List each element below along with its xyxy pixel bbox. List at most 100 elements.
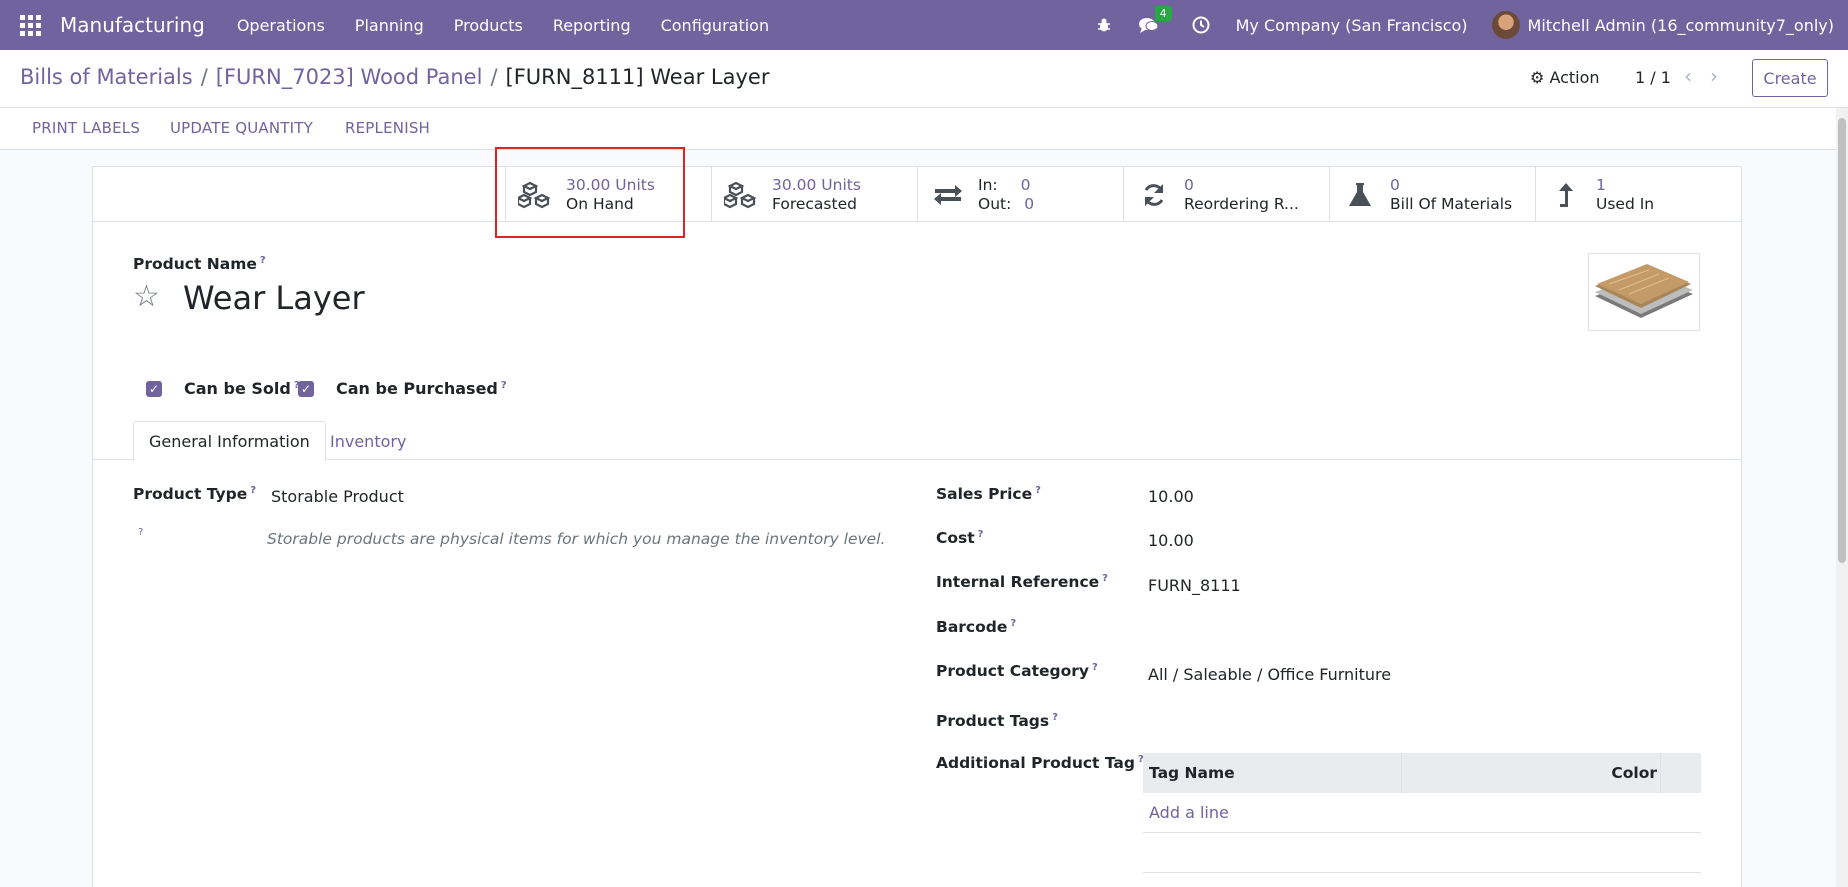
can-be-sold-label: Can be Sold? <box>184 379 300 398</box>
forecasted-value: 30.00 Units <box>772 175 861 194</box>
help-tooltip[interactable]: ? <box>1010 618 1016 629</box>
product-category-select[interactable]: All / Saleable / Office Furniture <box>1148 665 1391 684</box>
flask-icon <box>1330 182 1390 208</box>
user-menu[interactable]: Mitchell Admin (16_community7_only) <box>1528 16 1834 35</box>
pager-value[interactable]: 1 / 1 <box>1635 68 1671 87</box>
app-brand[interactable]: Manufacturing <box>60 13 205 37</box>
can-be-purchased-checkbox[interactable]: ✓ <box>298 381 314 397</box>
bom-label: Bill Of Materials <box>1390 194 1513 213</box>
breadcrumb-bom[interactable]: Bills of Materials <box>20 65 193 89</box>
scrollbar[interactable] <box>1836 108 1848 887</box>
out-label: Out: <box>978 194 1012 213</box>
action-button[interactable]: ⚙ Action <box>1530 68 1600 87</box>
menu-products[interactable]: Products <box>454 16 523 35</box>
breadcrumb-separator: / <box>200 65 208 89</box>
additional-product-tag-label: Additional Product Tag? <box>936 754 1144 773</box>
print-labels-button[interactable]: PRINT LABELS <box>32 119 140 137</box>
cost-label: Cost? <box>936 529 984 548</box>
barcode-label: Barcode? <box>936 618 1017 637</box>
activity-clock-icon[interactable] <box>1192 16 1210 34</box>
help-tooltip[interactable]: ? <box>501 380 507 391</box>
internal-reference-input[interactable]: FURN_8111 <box>1148 576 1241 595</box>
create-button[interactable]: Create <box>1752 59 1828 97</box>
menu-reporting[interactable]: Reporting <box>553 16 631 35</box>
used-in-label: Used In <box>1596 194 1655 213</box>
cost-input[interactable]: 10.00 <box>1148 531 1194 550</box>
add-a-line-link[interactable]: Add a line <box>1143 793 1701 833</box>
help-tooltip[interactable]: ? <box>1092 662 1098 673</box>
table-row <box>1143 833 1701 873</box>
debug-bug-icon[interactable] <box>1096 17 1112 33</box>
additional-tag-table: Tag Name Color Add a line <box>1143 753 1701 873</box>
replenish-button[interactable]: REPLENISH <box>345 119 430 137</box>
action-label: Action <box>1549 68 1600 87</box>
sales-price-input[interactable]: 10.00 <box>1148 487 1194 506</box>
form-header: PRINT LABELS UPDATE QUANTITY REPLENISH <box>0 108 1836 150</box>
product-image[interactable] <box>1588 253 1700 331</box>
favorite-star-icon[interactable]: ☆ <box>133 279 160 314</box>
pager-next-icon[interactable]: › <box>1710 64 1718 88</box>
control-panel: Bills of Materials / [FURN_7023] Wood Pane… <box>0 50 1848 108</box>
exchange-arrows-icon <box>918 184 978 206</box>
refresh-icon <box>1124 182 1184 208</box>
messages-badge: 4 <box>1154 6 1172 21</box>
menu-operations[interactable]: Operations <box>237 16 325 35</box>
scrollbar-thumb[interactable] <box>1838 118 1846 563</box>
can-be-sold-checkbox[interactable]: ✓ <box>146 381 162 397</box>
product-tags-input[interactable] <box>1148 710 1701 736</box>
help-tooltip[interactable]: ? <box>1035 485 1041 496</box>
bill-of-materials-button[interactable]: 0 Bill Of Materials <box>1329 167 1535 222</box>
internal-reference-label: Internal Reference? <box>936 573 1108 592</box>
cubes-icon <box>712 181 772 209</box>
form-tabs: General Information Inventory <box>93 421 1741 461</box>
help-tooltip[interactable]: ? <box>1052 712 1058 723</box>
reordering-value: 0 <box>1184 175 1194 194</box>
company-switcher[interactable]: My Company (San Francisco) <box>1236 16 1468 35</box>
user-avatar[interactable] <box>1491 11 1520 39</box>
update-quantity-button[interactable]: UPDATE QUANTITY <box>170 119 313 137</box>
help-tooltip[interactable]: ? <box>138 527 143 538</box>
help-tooltip[interactable]: ? <box>978 529 984 540</box>
in-label: In: <box>978 175 998 194</box>
product-tags-label: Product Tags? <box>936 712 1058 731</box>
form-sheet: 30.00 Units On Hand 30.00 Units Forecast… <box>92 166 1742 887</box>
menu-configuration[interactable]: Configuration <box>661 16 770 35</box>
used-in-value: 1 <box>1596 175 1606 194</box>
top-navbar: Manufacturing Operations Planning Produc… <box>0 0 1848 50</box>
highlight-box <box>495 147 685 238</box>
pager-previous-icon[interactable]: ‹ <box>1684 64 1692 88</box>
tab-inventory[interactable]: Inventory <box>315 421 421 461</box>
reordering-label: Reordering R... <box>1184 194 1299 213</box>
forecasted-label: Forecasted <box>772 194 857 213</box>
breadcrumb-wood-panel[interactable]: [FURN_7023] Wood Panel <box>216 65 483 89</box>
can-be-purchased-label: Can be Purchased? <box>336 379 507 398</box>
used-in-button[interactable]: 1 Used In <box>1535 167 1741 222</box>
help-tooltip[interactable]: ? <box>260 255 266 266</box>
forecasted-button[interactable]: 30.00 Units Forecasted <box>711 167 917 222</box>
product-name-input[interactable]: Wear Layer <box>183 279 365 317</box>
menu-planning[interactable]: Planning <box>355 16 424 35</box>
product-category-label: Product Category? <box>936 662 1098 681</box>
breadcrumb-separator: / <box>490 65 498 89</box>
gear-icon: ⚙ <box>1530 68 1545 87</box>
tab-general-information[interactable]: General Information <box>133 421 326 461</box>
product-name-label: Product Name? <box>133 255 266 274</box>
in-value: 0 <box>1020 175 1031 194</box>
reordering-rules-button[interactable]: 0 Reordering R... <box>1123 167 1329 222</box>
barcode-input[interactable] <box>1148 617 1701 643</box>
in-out-button[interactable]: In: 0 Out: 0 <box>917 167 1123 222</box>
bom-value: 0 <box>1390 175 1400 194</box>
product-type-select[interactable]: Storable Product <box>271 487 404 506</box>
out-value: 0 <box>1024 194 1035 213</box>
breadcrumb: Bills of Materials / [FURN_7023] Wood Pane… <box>20 65 769 89</box>
messages-icon[interactable]: 4 <box>1138 6 1172 34</box>
help-tooltip[interactable]: ? <box>250 485 256 496</box>
tag-name-column[interactable]: Tag Name <box>1149 764 1235 782</box>
level-up-icon <box>1536 182 1596 208</box>
help-tooltip[interactable]: ? <box>1102 573 1108 584</box>
tag-table-header: Tag Name Color <box>1143 753 1701 793</box>
app-menu-icon[interactable] <box>0 0 60 50</box>
product-type-hint: Storable products are physical items for… <box>267 530 886 548</box>
color-column[interactable]: Color <box>1611 764 1657 782</box>
sales-price-label: Sales Price? <box>936 485 1041 504</box>
